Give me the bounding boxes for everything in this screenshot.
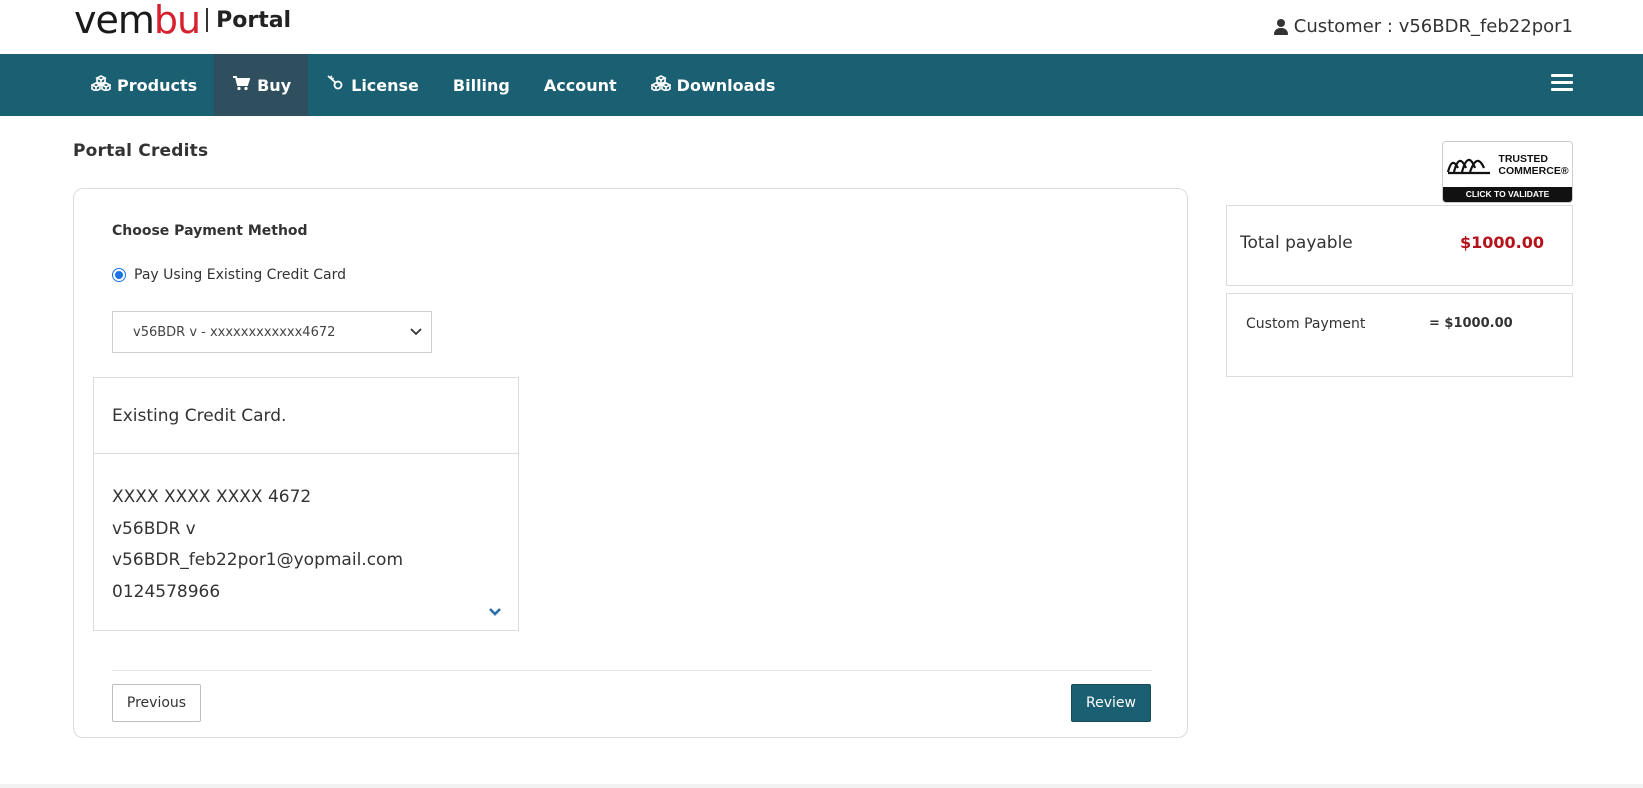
- logo-separator: [206, 8, 209, 32]
- radio-existing-card[interactable]: Pay Using Existing Credit Card: [112, 267, 346, 283]
- badge-line2: COMMERCE®: [1498, 164, 1569, 177]
- expand-chevron-icon[interactable]: [488, 602, 502, 616]
- badge-wave-icon: [1446, 150, 1492, 180]
- previous-button[interactable]: Previous: [112, 684, 201, 722]
- card-phone: 0124578966: [112, 581, 221, 602]
- logo-portal-text: Portal: [216, 7, 292, 33]
- card-number: XXXX XXXX XXXX 4672: [112, 487, 312, 507]
- existing-card-title: Existing Credit Card.: [94, 378, 518, 454]
- cubes-icon: [90, 75, 112, 95]
- review-button[interactable]: Review: [1071, 684, 1151, 722]
- card-select-value: v56BDR v - xxxxxxxxxxxx4672: [133, 324, 336, 340]
- badge-line1: TRUSTED: [1498, 152, 1549, 165]
- main-navbar: Products Buy License Billing Account Dow…: [0, 54, 1643, 116]
- key-icon: [325, 75, 345, 95]
- badge-cta: CLICK TO VALIDATE: [1443, 187, 1572, 202]
- total-payable-value: $1000.00: [1459, 233, 1544, 252]
- payment-card: Choose Payment Method Pay Using Existing…: [73, 188, 1188, 738]
- chevron-down-icon: [409, 324, 423, 338]
- card-holder-name: v56BDR v: [112, 518, 196, 539]
- custom-payment-box: Custom Payment = $1000.00: [1226, 293, 1573, 377]
- card-email: v56BDR_feb22por1@yopmail.com: [112, 550, 404, 570]
- logo-wordmark: vembu: [74, 0, 201, 42]
- radio-button[interactable]: [112, 268, 126, 282]
- radio-label: Pay Using Existing Credit Card: [134, 267, 346, 283]
- total-payable-label: Total payable: [1240, 233, 1353, 253]
- menu-hamburger-icon[interactable]: [1551, 74, 1573, 94]
- top-bar: vembu Portal Customer : v56BDR_feb22por1: [0, 0, 1643, 54]
- nav-item-billing[interactable]: Billing: [436, 54, 527, 116]
- payment-method-heading: Choose Payment Method: [112, 223, 308, 239]
- nav-label-account: Account: [543, 75, 617, 95]
- page-footer-strip: [0, 784, 1643, 788]
- total-payable-box: Total payable $1000.00: [1226, 205, 1573, 286]
- custom-payment-label: Custom Payment: [1246, 316, 1366, 332]
- footer-divider: [112, 670, 1152, 671]
- nav-label-products: Products: [117, 75, 198, 95]
- nav-item-buy[interactable]: Buy: [214, 54, 309, 116]
- customer-name: Customer : v56BDR_feb22por1: [1293, 16, 1573, 37]
- nav-item-license[interactable]: License: [308, 54, 436, 116]
- nav-label-billing: Billing: [452, 75, 510, 95]
- existing-card-panel: Existing Credit Card. XXXX XXXX XXXX 467…: [93, 377, 519, 631]
- nav-label-buy: Buy: [257, 75, 292, 95]
- cubes-icon: [649, 75, 672, 95]
- custom-payment-value: = $1000.00: [1429, 316, 1513, 331]
- cart-icon: [231, 75, 251, 95]
- nav-label-downloads: Downloads: [676, 75, 776, 95]
- page-title: Portal Credits: [73, 141, 209, 161]
- customer-label: Customer : v56BDR_feb22por1: [1273, 16, 1573, 37]
- user-icon: [1273, 18, 1288, 35]
- card-select[interactable]: v56BDR v - xxxxxxxxxxxx4672: [112, 311, 432, 353]
- trusted-commerce-badge[interactable]: TRUSTED COMMERCE® CLICK TO VALIDATE: [1442, 141, 1573, 203]
- nav-item-downloads[interactable]: Downloads: [634, 54, 793, 116]
- nav-item-products[interactable]: Products: [74, 54, 214, 116]
- nav-item-account[interactable]: Account: [527, 54, 634, 116]
- vembu-logo[interactable]: vembu Portal: [74, 0, 291, 40]
- nav-label-license: License: [351, 75, 419, 95]
